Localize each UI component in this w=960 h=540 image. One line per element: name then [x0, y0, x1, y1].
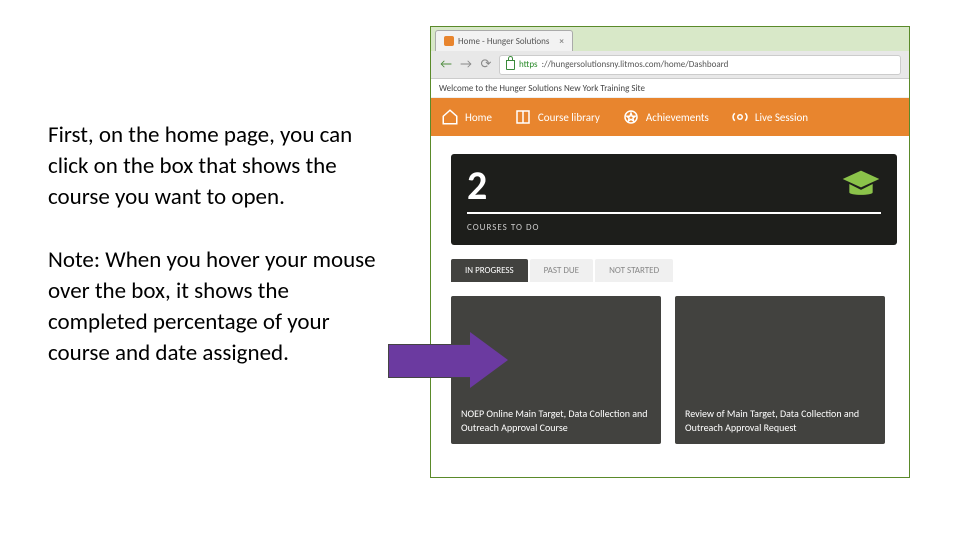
browser-tab[interactable]: Home - Hunger Solutions ×	[435, 30, 573, 51]
nav-library-label: Course library	[538, 111, 600, 124]
graduation-cap-icon	[841, 167, 881, 206]
back-arrow-icon[interactable]: ←	[439, 57, 453, 72]
broadcast-icon	[731, 108, 749, 126]
browser-tab-strip: Home - Hunger Solutions ×	[431, 27, 909, 51]
welcome-text: Welcome to the Hunger Solutions New York…	[439, 83, 645, 94]
home-icon	[441, 108, 459, 126]
nav-course-library[interactable]: Course library	[514, 108, 600, 126]
course-card-2[interactable]: Review of Main Target, Data Collection a…	[675, 296, 885, 444]
address-bar: ← → ⟳ https ://hungersolutionsny.litmos.c…	[431, 51, 909, 79]
nav-live-label: Live Session	[755, 111, 808, 124]
nav-home-label: Home	[465, 111, 492, 124]
main-nav: Home Course library Achievements Live Se…	[431, 98, 909, 136]
tab-title: Home - Hunger Solutions	[458, 36, 549, 47]
tab-in-progress[interactable]: IN PROGRESS	[451, 259, 528, 282]
tab-not-started[interactable]: NOT STARTED	[595, 259, 673, 282]
status-tabs: IN PROGRESS PAST DUE NOT STARTED	[451, 259, 897, 282]
nav-live-session[interactable]: Live Session	[731, 108, 808, 126]
tab-past-due[interactable]: PAST DUE	[530, 259, 593, 282]
site-favicon-icon	[444, 36, 454, 46]
nav-achievements[interactable]: Achievements	[622, 108, 709, 126]
instruction-text: First, on the home page, you can click o…	[48, 120, 378, 401]
nav-achievements-label: Achievements	[646, 111, 709, 124]
lock-icon	[506, 60, 515, 70]
instruction-p2: Note: When you hover your mouse over the…	[48, 245, 378, 369]
courses-count: 2	[467, 166, 487, 206]
welcome-banner: Welcome to the Hunger Solutions New York…	[431, 79, 909, 98]
courses-stat-card: 2 COURSES TO DO	[451, 154, 897, 245]
course-card-2-title: Review of Main Target, Data Collection a…	[675, 397, 885, 444]
url-rest: ://hungersolutionsny.litmos.com/home/Das…	[542, 59, 729, 70]
url-input[interactable]: https ://hungersolutionsny.litmos.com/hom…	[499, 55, 901, 75]
course-cards-row: NOEP Online Main Target, Data Collection…	[451, 296, 897, 444]
callout-arrow-icon	[388, 332, 508, 388]
instruction-p1: First, on the home page, you can click o…	[48, 120, 378, 213]
url-https: https	[519, 59, 538, 70]
nav-home[interactable]: Home	[441, 108, 492, 126]
browser-screenshot: Home - Hunger Solutions × ← → ⟳ https ://…	[430, 26, 910, 478]
courses-label: COURSES TO DO	[467, 222, 881, 233]
forward-arrow-icon[interactable]: →	[459, 57, 473, 72]
book-icon	[514, 108, 532, 126]
close-tab-icon[interactable]: ×	[559, 36, 563, 47]
stat-divider	[467, 212, 881, 214]
course-card-1-title: NOEP Online Main Target, Data Collection…	[451, 397, 661, 444]
dashboard: 2 COURSES TO DO IN PROGRESS PAST DUE NOT…	[431, 136, 909, 444]
reload-icon[interactable]: ⟳	[479, 57, 493, 72]
star-icon	[622, 108, 640, 126]
